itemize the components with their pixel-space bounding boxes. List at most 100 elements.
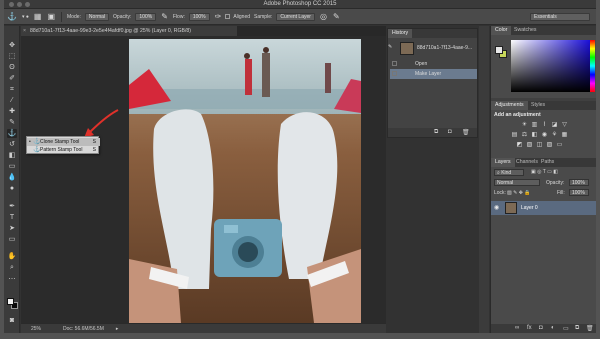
quick-mask-icon[interactable]: ◙ — [7, 316, 17, 325]
brightness-contrast-icon[interactable]: ☀ — [521, 122, 528, 128]
hand-tool-icon[interactable]: ✋ — [7, 252, 17, 261]
crop-tool-icon[interactable]: ⌗ — [7, 85, 17, 94]
airbrush-icon[interactable]: ✑ — [215, 12, 222, 21]
exposure-icon[interactable]: ◪ — [551, 122, 558, 128]
trash-icon[interactable]: 🗑 — [462, 129, 470, 136]
aligned-checkbox[interactable] — [225, 14, 231, 19]
pattern-stamp-tool-option[interactable]: ⚓ Pattern Stamp Tool S — [27, 146, 100, 154]
hue-saturation-icon[interactable]: ▤ — [511, 132, 518, 138]
threshold-icon[interactable]: ◫ — [536, 142, 543, 148]
lock-icons[interactable]: ▧ ✎ ✥ 🔒 — [507, 190, 531, 196]
history-state-make-layer[interactable]: Make Layer — [390, 69, 477, 79]
curves-icon[interactable]: ⌇ — [541, 122, 548, 128]
eyedropper-tool-icon[interactable]: ⁄ — [7, 96, 17, 105]
ignore-adjustment-icon[interactable]: ◎ — [320, 12, 327, 21]
stamp-tool-flyout: • ⚓ Clone Stamp Tool S ⚓ Pattern Stamp T… — [26, 136, 100, 154]
color-balance-icon[interactable]: ⚖ — [521, 132, 528, 138]
document-image[interactable] — [129, 39, 361, 323]
color-lookup-icon[interactable]: ▦ — [561, 132, 568, 138]
history-snapshot[interactable]: ✎ 88d710a1-7f13-4aae-9... — [388, 42, 477, 56]
add-mask-icon[interactable]: ◘ — [539, 325, 543, 331]
history-source-box[interactable] — [392, 71, 397, 76]
delete-layer-icon[interactable]: 🗑 — [586, 325, 594, 332]
move-tool-icon[interactable]: ✥ — [7, 41, 17, 50]
layers-panel: ⌕ Kind ▣ ◎ T ▭ ◧ Normal Opacity: 100% Lo… — [491, 167, 596, 333]
quick-select-tool-icon[interactable]: ✐ — [7, 74, 17, 83]
link-layers-icon[interactable]: ∞ — [515, 325, 519, 331]
workspace-select[interactable]: Essentials — [530, 12, 590, 21]
color-spectrum-picker[interactable] — [511, 40, 590, 92]
dodge-tool-icon[interactable]: ● — [7, 184, 17, 193]
layer-style-icon[interactable]: fx — [527, 325, 532, 331]
blend-mode-select[interactable]: Normal — [494, 179, 540, 186]
color-panel-foreground-swatch[interactable] — [495, 46, 503, 54]
pen-tool-icon[interactable]: ✒ — [7, 202, 17, 211]
levels-icon[interactable]: ▥ — [531, 122, 538, 128]
mode-select[interactable]: Normal — [84, 12, 110, 21]
healing-tool-icon[interactable]: ✚ — [7, 107, 17, 116]
zoom-level[interactable]: 25% — [31, 326, 41, 332]
new-layer-icon[interactable]: ⧉ — [575, 325, 579, 332]
type-tool-icon[interactable]: T — [7, 213, 17, 222]
camera-snapshot-icon[interactable]: ◘ — [448, 129, 452, 135]
black-white-icon[interactable]: ◧ — [531, 132, 538, 138]
close-tab-icon[interactable]: × — [23, 26, 26, 36]
adjustments-tab[interactable]: Adjustments — [491, 101, 528, 110]
visibility-eye-icon[interactable]: ◉ — [494, 204, 499, 211]
channel-mixer-icon[interactable]: ⚘ — [551, 132, 558, 138]
lasso-tool-icon[interactable]: ʘ — [7, 63, 17, 72]
invert-icon[interactable]: ◩ — [516, 142, 523, 148]
swatches-tab[interactable]: Swatches — [510, 26, 541, 35]
layer-row[interactable]: ◉ Layer 0 — [491, 201, 596, 215]
history-brush-tool-icon[interactable]: ↺ — [7, 140, 17, 149]
shape-tool-icon[interactable]: ▭ — [7, 235, 17, 244]
gradient-map-icon[interactable]: ▭ — [556, 142, 563, 148]
status-menu-arrow-icon[interactable]: ▸ — [116, 326, 119, 332]
opacity-input[interactable]: 100% — [135, 12, 157, 21]
more-tools-icon[interactable]: ⋯ — [7, 275, 17, 284]
pressure-opacity-icon[interactable]: ✎ — [161, 12, 168, 21]
new-document-from-state-icon[interactable]: ⧉ — [434, 129, 438, 136]
vibrance-icon[interactable]: ▽ — [561, 122, 568, 128]
layer-opacity-input[interactable]: 100% — [569, 179, 589, 186]
blur-tool-icon[interactable]: 💧 — [7, 173, 17, 182]
doc-size[interactable]: Doc: 56.6M/56.5M — [63, 326, 104, 332]
zoom-tool-icon[interactable]: ⌕ — [7, 263, 17, 272]
layer-filter-icons[interactable]: ▣ ◎ T ▭ ◧ — [531, 169, 558, 175]
snapshot-brush-source-icon[interactable]: ✎ — [388, 42, 397, 52]
clone-stamp-tool-icon[interactable]: ⚓ — [7, 129, 17, 138]
document-tab[interactable]: × 88d710a1-7f13-4aae-99e3-2e5e4f4afdf0.j… — [21, 26, 237, 36]
history-source-box[interactable] — [392, 61, 397, 66]
history-tab[interactable]: History — [388, 29, 413, 38]
brush-tool-icon[interactable]: ✎ — [7, 118, 17, 127]
clone-stamp-preset-icon[interactable]: ⚓ — [7, 12, 17, 21]
marquee-tool-icon[interactable]: ⬚ — [7, 52, 17, 61]
styles-tab[interactable]: Styles — [527, 101, 549, 110]
flow-input[interactable]: 100% — [188, 12, 210, 21]
paths-tab[interactable]: Paths — [537, 158, 558, 167]
brush-size-dropdown[interactable]: ▾ ● — [22, 14, 29, 20]
path-select-tool-icon[interactable]: ➤ — [7, 224, 17, 233]
clone-stamp-tool-option[interactable]: • ⚓ Clone Stamp Tool S — [27, 138, 100, 146]
option-label: Pattern Stamp Tool — [40, 147, 83, 153]
color-tab[interactable]: Color — [491, 26, 512, 35]
pressure-size-icon[interactable]: ✎ — [333, 12, 340, 21]
new-group-icon[interactable]: ▭ — [563, 325, 569, 332]
new-adjustment-layer-icon[interactable]: ◐ — [551, 325, 555, 331]
gradient-tool-icon[interactable]: ▭ — [7, 162, 17, 171]
eraser-tool-icon[interactable]: ◧ — [7, 151, 17, 160]
selective-color-icon[interactable]: ▨ — [546, 142, 553, 148]
opacity-label: Opacity: — [113, 13, 132, 20]
foreground-color-swatch[interactable] — [7, 298, 14, 305]
photo-filter-icon[interactable]: ◉ — [541, 132, 548, 138]
sample-select[interactable]: Current Layer — [276, 12, 315, 21]
hue-slider[interactable] — [590, 40, 595, 92]
fill-input[interactable]: 100% — [569, 189, 589, 196]
posterize-icon[interactable]: ▧ — [526, 142, 533, 148]
clone-source-icon[interactable]: ▣ — [47, 12, 55, 21]
layer-kind-filter[interactable]: ⌕ Kind — [494, 169, 524, 176]
history-state-open[interactable]: Open — [390, 59, 477, 69]
canvas-area[interactable] — [21, 36, 386, 323]
brush-settings-icon[interactable]: ▦ — [34, 12, 42, 21]
layer-name[interactable]: Layer 0 — [521, 205, 538, 211]
